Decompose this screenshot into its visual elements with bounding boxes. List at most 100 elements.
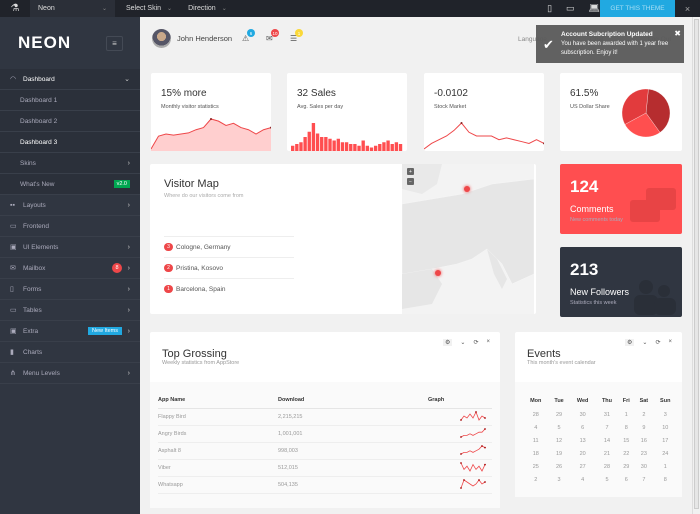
column-header[interactable]: Download bbox=[278, 392, 428, 409]
europe-map[interactable]: + − bbox=[402, 164, 534, 314]
table-row[interactable]: Angry Birds 1,001,001 bbox=[158, 425, 492, 443]
collapse-icon[interactable]: ⌄ bbox=[642, 339, 647, 346]
sidebar-item-layouts[interactable]: ▪▪ Layouts › bbox=[0, 195, 140, 216]
calendar-day[interactable]: 23 bbox=[634, 447, 653, 460]
collapse-icon[interactable]: ⌄ bbox=[460, 339, 465, 346]
tasks-button[interactable]: ☰ 1 bbox=[290, 29, 303, 43]
table-row[interactable]: Flappy Bird 2,215,215 bbox=[158, 408, 492, 426]
skin-select[interactable]: Select Skin ⌄ bbox=[118, 0, 180, 17]
toast-close-button[interactable]: ✖ bbox=[674, 29, 681, 38]
sidebar-item-mailbox[interactable]: ✉ Mailbox 8 › bbox=[0, 258, 140, 279]
map-marker-cologne[interactable] bbox=[464, 186, 470, 192]
sidebar-item-charts[interactable]: ▮ Charts bbox=[0, 342, 140, 363]
messages-button[interactable]: ✉ 10 bbox=[266, 29, 279, 43]
calendar-day[interactable]: 24 bbox=[654, 447, 678, 460]
calendar-day[interactable]: 8 bbox=[618, 421, 634, 434]
calendar-day[interactable]: 18 bbox=[523, 447, 549, 460]
followers-tile[interactable]: 213 New Followers Statistics this week bbox=[560, 247, 682, 317]
sidebar-item-tables[interactable]: ▭ Tables › bbox=[0, 300, 140, 321]
sidebar-item-skins[interactable]: Skins › bbox=[0, 153, 140, 174]
calendar-day[interactable]: 6 bbox=[618, 473, 634, 486]
comments-tile[interactable]: 124 Comments New comments today bbox=[560, 164, 682, 234]
table-row[interactable]: Asphalt 8 998,003 bbox=[158, 442, 492, 460]
menu-toggle-button[interactable]: ≡ bbox=[106, 36, 123, 51]
calendar-day[interactable]: 4 bbox=[523, 421, 549, 434]
laptop-icon[interactable]: 💻︎ bbox=[589, 3, 600, 14]
user-name[interactable]: John Henderson bbox=[177, 34, 232, 43]
calendar-day[interactable]: 2 bbox=[634, 408, 653, 421]
scrollbar-thumb[interactable] bbox=[694, 19, 699, 509]
location-item[interactable]: 2 Pristina, Kosovo bbox=[164, 257, 294, 278]
map-zoom-out-button[interactable]: − bbox=[407, 178, 414, 185]
calendar-day[interactable]: 16 bbox=[634, 434, 653, 447]
calendar-day[interactable]: 12 bbox=[549, 434, 570, 447]
calendar-day[interactable]: 1 bbox=[618, 408, 634, 421]
close-icon[interactable]: × bbox=[675, 0, 700, 17]
sidebar-item-menu-levels[interactable]: ⋔ Menu Levels › bbox=[0, 363, 140, 384]
calendar-day[interactable]: 31 bbox=[596, 408, 619, 421]
sidebar-item-frontend[interactable]: ▭ Frontend bbox=[0, 216, 140, 237]
sidebar-item-dashboard-3[interactable]: Dashboard 3 bbox=[0, 132, 140, 153]
calendar-day[interactable]: 21 bbox=[596, 447, 619, 460]
reload-icon[interactable]: ⟳ bbox=[473, 339, 478, 346]
calendar-day[interactable]: 4 bbox=[570, 473, 596, 486]
calendar-day[interactable]: 11 bbox=[523, 434, 549, 447]
settings-icon[interactable]: ⚙ bbox=[443, 339, 453, 346]
calendar-day[interactable]: 1 bbox=[654, 460, 678, 473]
tablet-icon[interactable]: ▭ bbox=[566, 3, 575, 14]
get-theme-button[interactable]: GET THIS THEME bbox=[600, 0, 675, 17]
avatar[interactable] bbox=[152, 29, 171, 48]
map-zoom-in-button[interactable]: + bbox=[407, 168, 414, 175]
calendar-day[interactable]: 17 bbox=[654, 434, 678, 447]
calendar-day[interactable]: 26 bbox=[549, 460, 570, 473]
location-item[interactable]: 1 Barcelona, Spain bbox=[164, 278, 294, 299]
calendar-day[interactable]: 29 bbox=[549, 408, 570, 421]
calendar-day[interactable]: 28 bbox=[523, 408, 549, 421]
calendar-day[interactable]: 25 bbox=[523, 460, 549, 473]
calendar-day[interactable]: 7 bbox=[634, 473, 653, 486]
calendar-day[interactable]: 20 bbox=[570, 447, 596, 460]
column-header[interactable]: App Name bbox=[158, 392, 278, 409]
calendar-day[interactable]: 3 bbox=[549, 473, 570, 486]
phone-icon[interactable]: ▯ bbox=[547, 3, 552, 14]
calendar-day[interactable]: 19 bbox=[549, 447, 570, 460]
calendar-day[interactable]: 10 bbox=[654, 421, 678, 434]
sidebar-item-what-s-new[interactable]: What's New v2.0 bbox=[0, 174, 140, 195]
calendar-day[interactable]: 5 bbox=[549, 421, 570, 434]
calendar-day[interactable]: 30 bbox=[634, 460, 653, 473]
calendar-day[interactable]: 15 bbox=[618, 434, 634, 447]
sidebar-item-dashboard-2[interactable]: Dashboard 2 bbox=[0, 111, 140, 132]
column-header[interactable]: Graph bbox=[428, 392, 492, 409]
table-row[interactable]: Viber 512,015 bbox=[158, 459, 492, 477]
direction-select[interactable]: Direction ⌄ bbox=[180, 0, 235, 17]
calendar-day[interactable]: 6 bbox=[570, 421, 596, 434]
calendar-day[interactable]: 27 bbox=[570, 460, 596, 473]
map-marker-barcelona[interactable] bbox=[435, 270, 441, 276]
calendar-day[interactable]: 29 bbox=[618, 460, 634, 473]
location-item[interactable]: 3 Cologne, Germany bbox=[164, 236, 294, 257]
table-row[interactable]: Whatsapp 504,135 bbox=[158, 476, 492, 494]
sidebar-item-extra[interactable]: ▣ Extra New Items › bbox=[0, 321, 140, 342]
page-scrollbar[interactable] bbox=[692, 17, 700, 514]
calendar-day[interactable]: 2 bbox=[523, 473, 549, 486]
close-icon[interactable]: × bbox=[486, 339, 490, 346]
calendar-day[interactable]: 3 bbox=[654, 408, 678, 421]
sidebar-item-dashboard[interactable]: ◠ Dashboard ⌄ bbox=[0, 69, 140, 90]
close-icon[interactable]: × bbox=[668, 339, 672, 346]
theme-select[interactable]: Neon ⌄ bbox=[30, 0, 115, 17]
sidebar-item-forms[interactable]: ▯ Forms › bbox=[0, 279, 140, 300]
calendar-day[interactable]: 14 bbox=[596, 434, 619, 447]
flask-icon[interactable]: ⚗ bbox=[0, 0, 30, 17]
sidebar-item-ui-elements[interactable]: ▣ UI Elements › bbox=[0, 237, 140, 258]
calendar-day[interactable]: 5 bbox=[596, 473, 619, 486]
calendar-day[interactable]: 9 bbox=[634, 421, 653, 434]
calendar-day[interactable]: 30 bbox=[570, 408, 596, 421]
calendar-day[interactable]: 8 bbox=[654, 473, 678, 486]
calendar-day[interactable]: 28 bbox=[596, 460, 619, 473]
calendar-day[interactable]: 7 bbox=[596, 421, 619, 434]
notifications-button[interactable]: ⚠ 6 bbox=[242, 29, 255, 43]
calendar-day[interactable]: 13 bbox=[570, 434, 596, 447]
calendar-day[interactable]: 22 bbox=[618, 447, 634, 460]
settings-icon[interactable]: ⚙ bbox=[625, 339, 635, 346]
sidebar-item-dashboard-1[interactable]: Dashboard 1 bbox=[0, 90, 140, 111]
